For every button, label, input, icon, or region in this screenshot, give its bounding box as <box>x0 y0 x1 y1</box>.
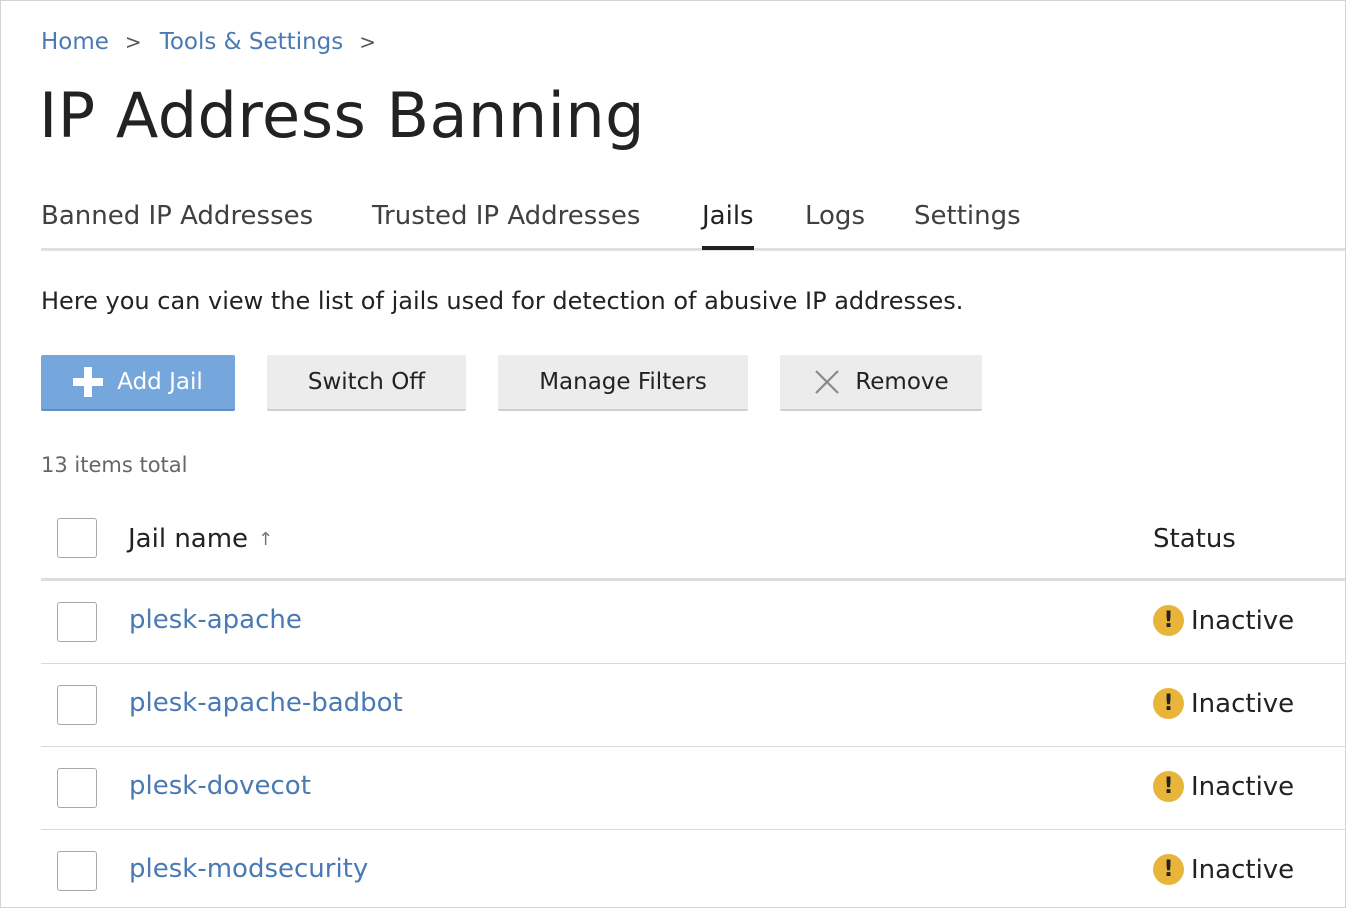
select-all-checkbox[interactable] <box>57 518 97 558</box>
breadcrumb-tools-settings[interactable]: Tools & Settings <box>160 29 344 55</box>
remove-button[interactable]: Remove <box>780 355 982 411</box>
table-row: plesk-modsecurity ! Inactive <box>41 830 1345 907</box>
chevron-right-icon: > <box>124 30 142 54</box>
warning-icon: ! <box>1153 605 1184 636</box>
table-row: plesk-apache ! Inactive <box>41 581 1345 664</box>
tab-jails[interactable]: Jails <box>702 201 754 250</box>
warning-icon: ! <box>1153 771 1184 802</box>
plus-icon <box>73 367 104 397</box>
items-total: 13 items total <box>41 453 188 477</box>
page-description: Here you can view the list of jails used… <box>41 287 964 315</box>
table-row: plesk-apache-badbot ! Inactive <box>41 664 1345 747</box>
add-jail-button[interactable]: Add Jail <box>41 355 235 411</box>
tab-trusted-ip-addresses[interactable]: Trusted IP Addresses <box>372 201 640 231</box>
status-cell: ! Inactive <box>1153 605 1294 636</box>
status-cell: ! Inactive <box>1153 854 1294 885</box>
breadcrumb: Home > Tools & Settings > <box>41 29 394 55</box>
switch-off-button[interactable]: Switch Off <box>267 355 466 411</box>
tab-settings[interactable]: Settings <box>914 201 1021 231</box>
table-header: Jail name ↑ Status <box>41 497 1345 581</box>
status-text: Inactive <box>1191 688 1295 719</box>
status-text: Inactive <box>1191 854 1295 885</box>
page-frame: Home > Tools & Settings > IP Address Ban… <box>0 0 1346 908</box>
jail-name-link[interactable]: plesk-apache-badbot <box>129 688 403 718</box>
manage-filters-label: Manage Filters <box>539 369 707 395</box>
row-checkbox[interactable] <box>57 851 97 891</box>
jails-table: Jail name ↑ Status plesk-apache ! Inacti… <box>41 497 1345 907</box>
column-header-jail-name[interactable]: Jail name ↑ <box>128 524 273 554</box>
manage-filters-button[interactable]: Manage Filters <box>498 355 748 411</box>
page-title: IP Address Banning <box>39 79 645 152</box>
status-text: Inactive <box>1191 771 1295 802</box>
add-jail-label: Add Jail <box>117 369 203 395</box>
breadcrumb-home[interactable]: Home <box>41 29 109 55</box>
jail-name-link[interactable]: plesk-modsecurity <box>129 854 368 884</box>
tab-logs[interactable]: Logs <box>805 201 865 231</box>
jail-name-link[interactable]: plesk-dovecot <box>129 771 311 801</box>
tab-banned-ip-addresses[interactable]: Banned IP Addresses <box>41 201 313 231</box>
warning-icon: ! <box>1153 688 1184 719</box>
column-header-status[interactable]: Status <box>1153 524 1236 554</box>
status-cell: ! Inactive <box>1153 688 1294 719</box>
column-header-jail-name-label: Jail name <box>128 524 249 554</box>
sort-ascending-icon: ↑ <box>258 528 274 550</box>
row-checkbox[interactable] <box>57 685 97 725</box>
status-cell: ! Inactive <box>1153 771 1294 802</box>
status-text: Inactive <box>1191 605 1295 636</box>
jail-name-link[interactable]: plesk-apache <box>129 605 302 635</box>
switch-off-label: Switch Off <box>307 369 426 395</box>
row-checkbox[interactable] <box>57 602 97 642</box>
chevron-right-icon: > <box>359 30 377 54</box>
tab-bar: Banned IP Addresses Trusted IP Addresses… <box>41 187 1345 251</box>
remove-label: Remove <box>855 369 949 395</box>
warning-icon: ! <box>1153 854 1184 885</box>
table-row: plesk-dovecot ! Inactive <box>41 747 1345 830</box>
row-checkbox[interactable] <box>57 768 97 808</box>
close-icon <box>815 370 840 394</box>
